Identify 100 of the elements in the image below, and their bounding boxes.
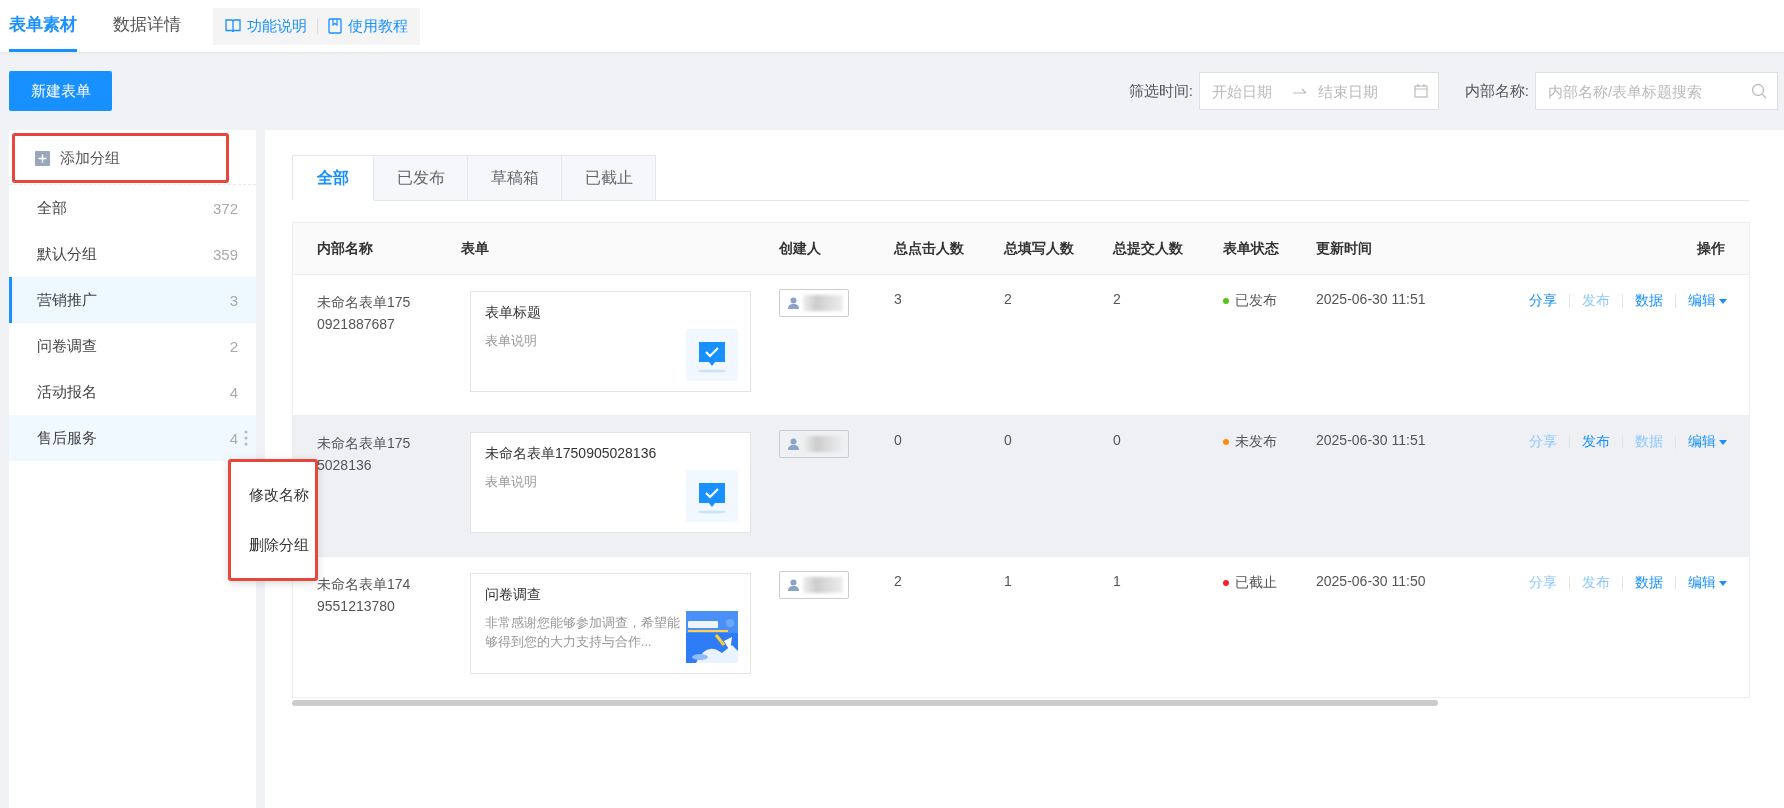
group-item[interactable]: 全部 372	[9, 185, 256, 231]
group-count: 3	[229, 291, 238, 309]
start-date-input[interactable]: 开始日期	[1209, 81, 1284, 101]
internal-name: 未命名表单175	[317, 293, 411, 312]
form-title: 表单标题	[485, 304, 542, 322]
column-header: 更新时间	[1316, 239, 1373, 258]
submit-count: 2	[1113, 291, 1121, 307]
status-tab[interactable]: 已截止	[562, 155, 656, 201]
fill-count: 1	[1004, 573, 1012, 589]
internal-name: 未命名表单174	[317, 575, 411, 594]
date-range-field[interactable]: 开始日期 结束日期	[1198, 72, 1439, 110]
update-time: 2025-06-30 11:51	[1316, 432, 1426, 448]
column-header: 表单	[461, 239, 490, 258]
user-icon	[788, 297, 799, 309]
blurred-name	[803, 436, 843, 452]
column-header: 表单状态	[1223, 239, 1280, 258]
submit-count: 0	[1113, 432, 1121, 448]
top-tab[interactable]: 数据详情	[113, 0, 181, 52]
update-time: 2025-06-30 11:50	[1316, 573, 1426, 589]
edit-dropdown[interactable]: 编辑	[1688, 574, 1727, 592]
action-link[interactable]: 发布	[1582, 433, 1610, 451]
edit-dropdown[interactable]: 编辑	[1688, 292, 1727, 310]
internal-name: 未命名表单175	[317, 434, 411, 453]
form-description: 非常感谢您能够参加调查，希望能够得到您的大力支持与合作...	[485, 615, 681, 651]
document-icon	[328, 18, 342, 34]
group-count: 4	[229, 429, 238, 447]
help-link[interactable]: 使用教程	[328, 16, 408, 36]
form-description: 表单说明	[485, 333, 538, 350]
group-name: 默认分组	[37, 244, 98, 264]
help-link[interactable]: 功能说明	[225, 16, 307, 36]
group-item[interactable]: 默认分组 359	[9, 231, 256, 277]
search-field[interactable]: 内部名称/表单标题搜索	[1535, 72, 1778, 110]
caret-icon	[1719, 439, 1727, 445]
filter-label: 筛选时间:	[1128, 81, 1193, 101]
add-group-button[interactable]: 添加分组	[12, 133, 229, 183]
calendar-icon	[1413, 84, 1428, 98]
arrow-icon	[1291, 87, 1308, 95]
form-card[interactable]: 未命名表单1750905028136 表单说明	[470, 432, 751, 533]
column-header: 总填写人数	[1004, 239, 1075, 258]
click-count: 2	[894, 573, 902, 589]
new-form-button[interactable]: 新建表单	[9, 71, 112, 111]
group-name: 营销推广	[37, 290, 98, 310]
group-name: 全部	[37, 198, 68, 218]
form-title: 未命名表单1750905028136	[485, 445, 658, 463]
click-count: 3	[894, 291, 902, 307]
group-name: 活动报名	[37, 382, 98, 402]
internal-name: 0921887687	[317, 315, 395, 334]
edit-dropdown[interactable]: 编辑	[1688, 433, 1727, 451]
book-icon	[225, 19, 241, 33]
column-header: 总点击人数	[894, 239, 965, 258]
internal-name: 5028136	[317, 456, 372, 475]
group-count: 2	[229, 337, 238, 355]
internal-name: 9551213780	[317, 597, 395, 616]
column-header: 操作	[1696, 239, 1726, 258]
search-input[interactable]: 内部名称/表单标题搜索	[1546, 81, 1740, 101]
plus-icon	[35, 150, 50, 166]
status-tab[interactable]: 全部	[292, 155, 374, 201]
group-item[interactable]: 问卷调查 2	[9, 323, 256, 369]
more-icon[interactable]	[244, 430, 248, 446]
submit-count: 1	[1113, 573, 1121, 589]
update-time: 2025-06-30 11:51	[1316, 291, 1426, 307]
group-item[interactable]: 活动报名 4	[9, 369, 256, 415]
group-count: 359	[212, 245, 238, 263]
search-icon	[1751, 83, 1767, 99]
blurred-name	[803, 577, 843, 593]
form-card[interactable]: 问卷调查 非常感谢您能够参加调查，希望能够得到您的大力支持与合作...	[470, 573, 751, 674]
end-date-input[interactable]: 结束日期	[1315, 81, 1390, 101]
group-item[interactable]: 售后服务 4	[9, 415, 256, 461]
action-link[interactable]: 数据	[1635, 292, 1663, 310]
column-header: 内部名称	[316, 239, 374, 258]
action-link[interactable]: 数据	[1635, 574, 1663, 592]
blurred-name	[803, 295, 843, 311]
caret-icon	[1719, 580, 1727, 586]
group-name: 问卷调查	[37, 336, 98, 356]
group-name: 售后服务	[37, 428, 98, 448]
status-tab[interactable]: 草稿箱	[468, 155, 562, 201]
click-count: 0	[894, 432, 902, 448]
group-count: 4	[229, 383, 238, 401]
form-description: 表单说明	[485, 474, 538, 491]
status-text: 已截止	[1235, 574, 1277, 592]
status-text: 未发布	[1235, 433, 1277, 451]
group-count: 372	[212, 199, 238, 217]
scrollbar[interactable]	[292, 700, 1438, 706]
filter-label: 内部名称:	[1464, 81, 1529, 101]
group-item[interactable]: 营销推广 3	[9, 277, 256, 323]
user-icon	[788, 579, 799, 591]
form-card[interactable]: 表单标题 表单说明	[470, 291, 751, 392]
column-header: 创建人	[779, 239, 822, 258]
top-tab[interactable]: 表单素材	[9, 0, 77, 52]
chat-check-icon	[686, 470, 738, 522]
column-header: 总提交人数	[1113, 239, 1184, 258]
status-tab[interactable]: 已发布	[374, 155, 468, 201]
action-link[interactable]: 分享	[1529, 292, 1557, 310]
status-text: 已发布	[1235, 292, 1277, 310]
chat-check-icon	[686, 329, 738, 381]
caret-icon	[1719, 298, 1727, 304]
user-icon	[788, 438, 799, 450]
form-title: 问卷调查	[485, 586, 542, 604]
fill-count: 2	[1004, 291, 1012, 307]
fill-count: 0	[1004, 432, 1012, 448]
